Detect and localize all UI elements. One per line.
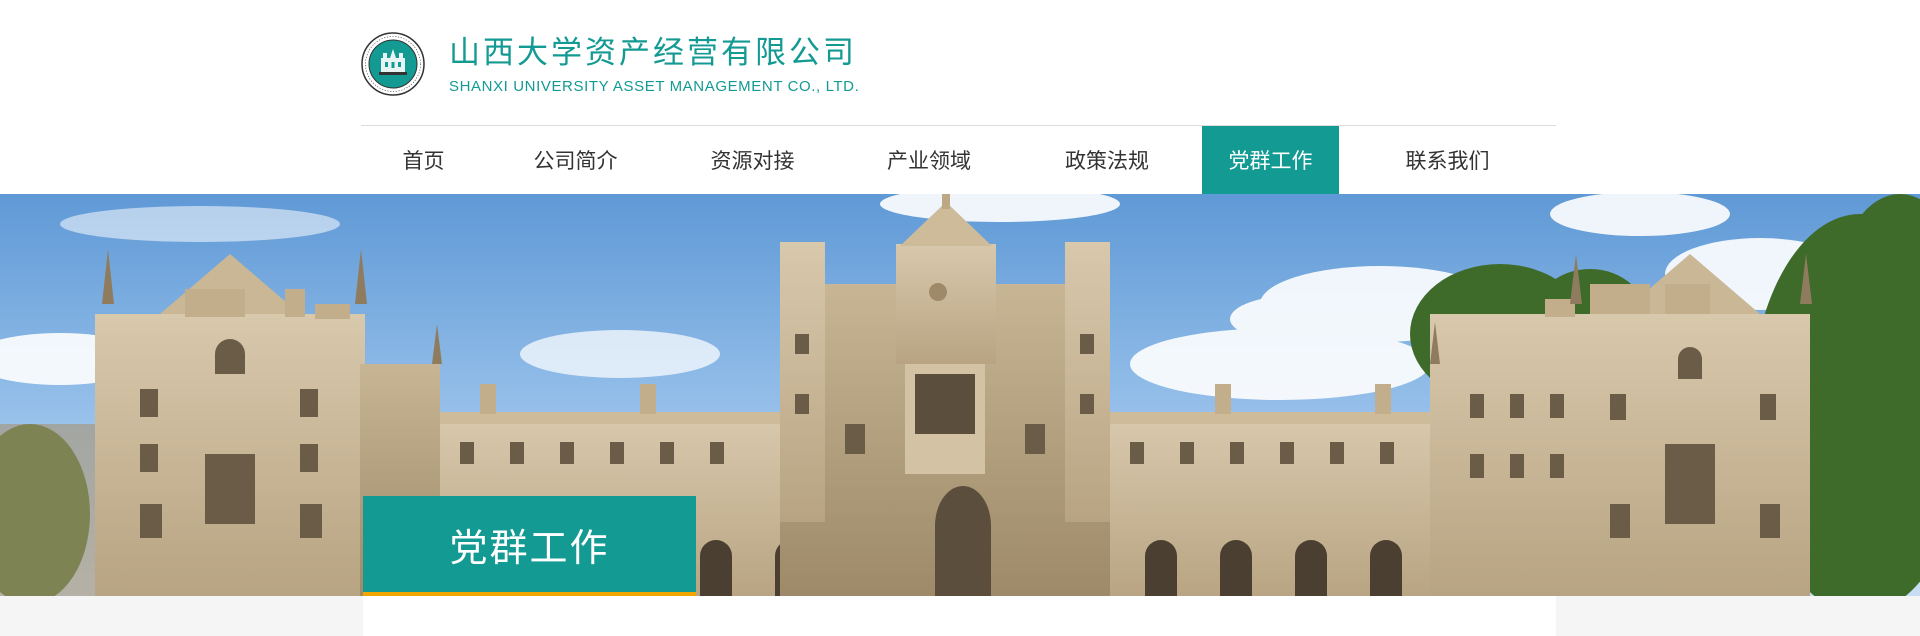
hero-banner [0,194,1920,596]
nav-item-home[interactable]: 首页 [361,126,486,194]
site-header: 山西大学资产经营有限公司 SHANXI UNIVERSITY ASSET MAN… [0,0,1920,125]
site-logo[interactable]: 山西大学资产经营有限公司 SHANXI UNIVERSITY ASSET MAN… [361,32,859,96]
content-panel [363,596,1556,636]
logo-text: 山西大学资产经营有限公司 SHANXI UNIVERSITY ASSET MAN… [449,33,859,95]
nav-item-industries[interactable]: 产业领域 [840,126,1018,194]
main-nav: 首页 公司简介 资源对接 产业领域 政策法规 党群工作 联系我们 [361,126,1556,194]
university-seal-icon [361,32,425,96]
nav-item-contact[interactable]: 联系我们 [1339,126,1556,194]
section-title: 党群工作 [449,525,610,570]
nav-item-resources[interactable]: 资源对接 [665,126,840,194]
section-title-tab: 党群工作 [363,496,696,596]
nav-item-about[interactable]: 公司简介 [486,126,665,194]
company-name-en: SHANXI UNIVERSITY ASSET MANAGEMENT CO., … [449,78,860,95]
campus-building-photo [0,194,1920,596]
company-name-cn: 山西大学资产经营有限公司 [449,35,857,71]
nav-item-party-work[interactable]: 党群工作 [1202,126,1339,194]
nav-item-policies[interactable]: 政策法规 [1018,126,1196,194]
